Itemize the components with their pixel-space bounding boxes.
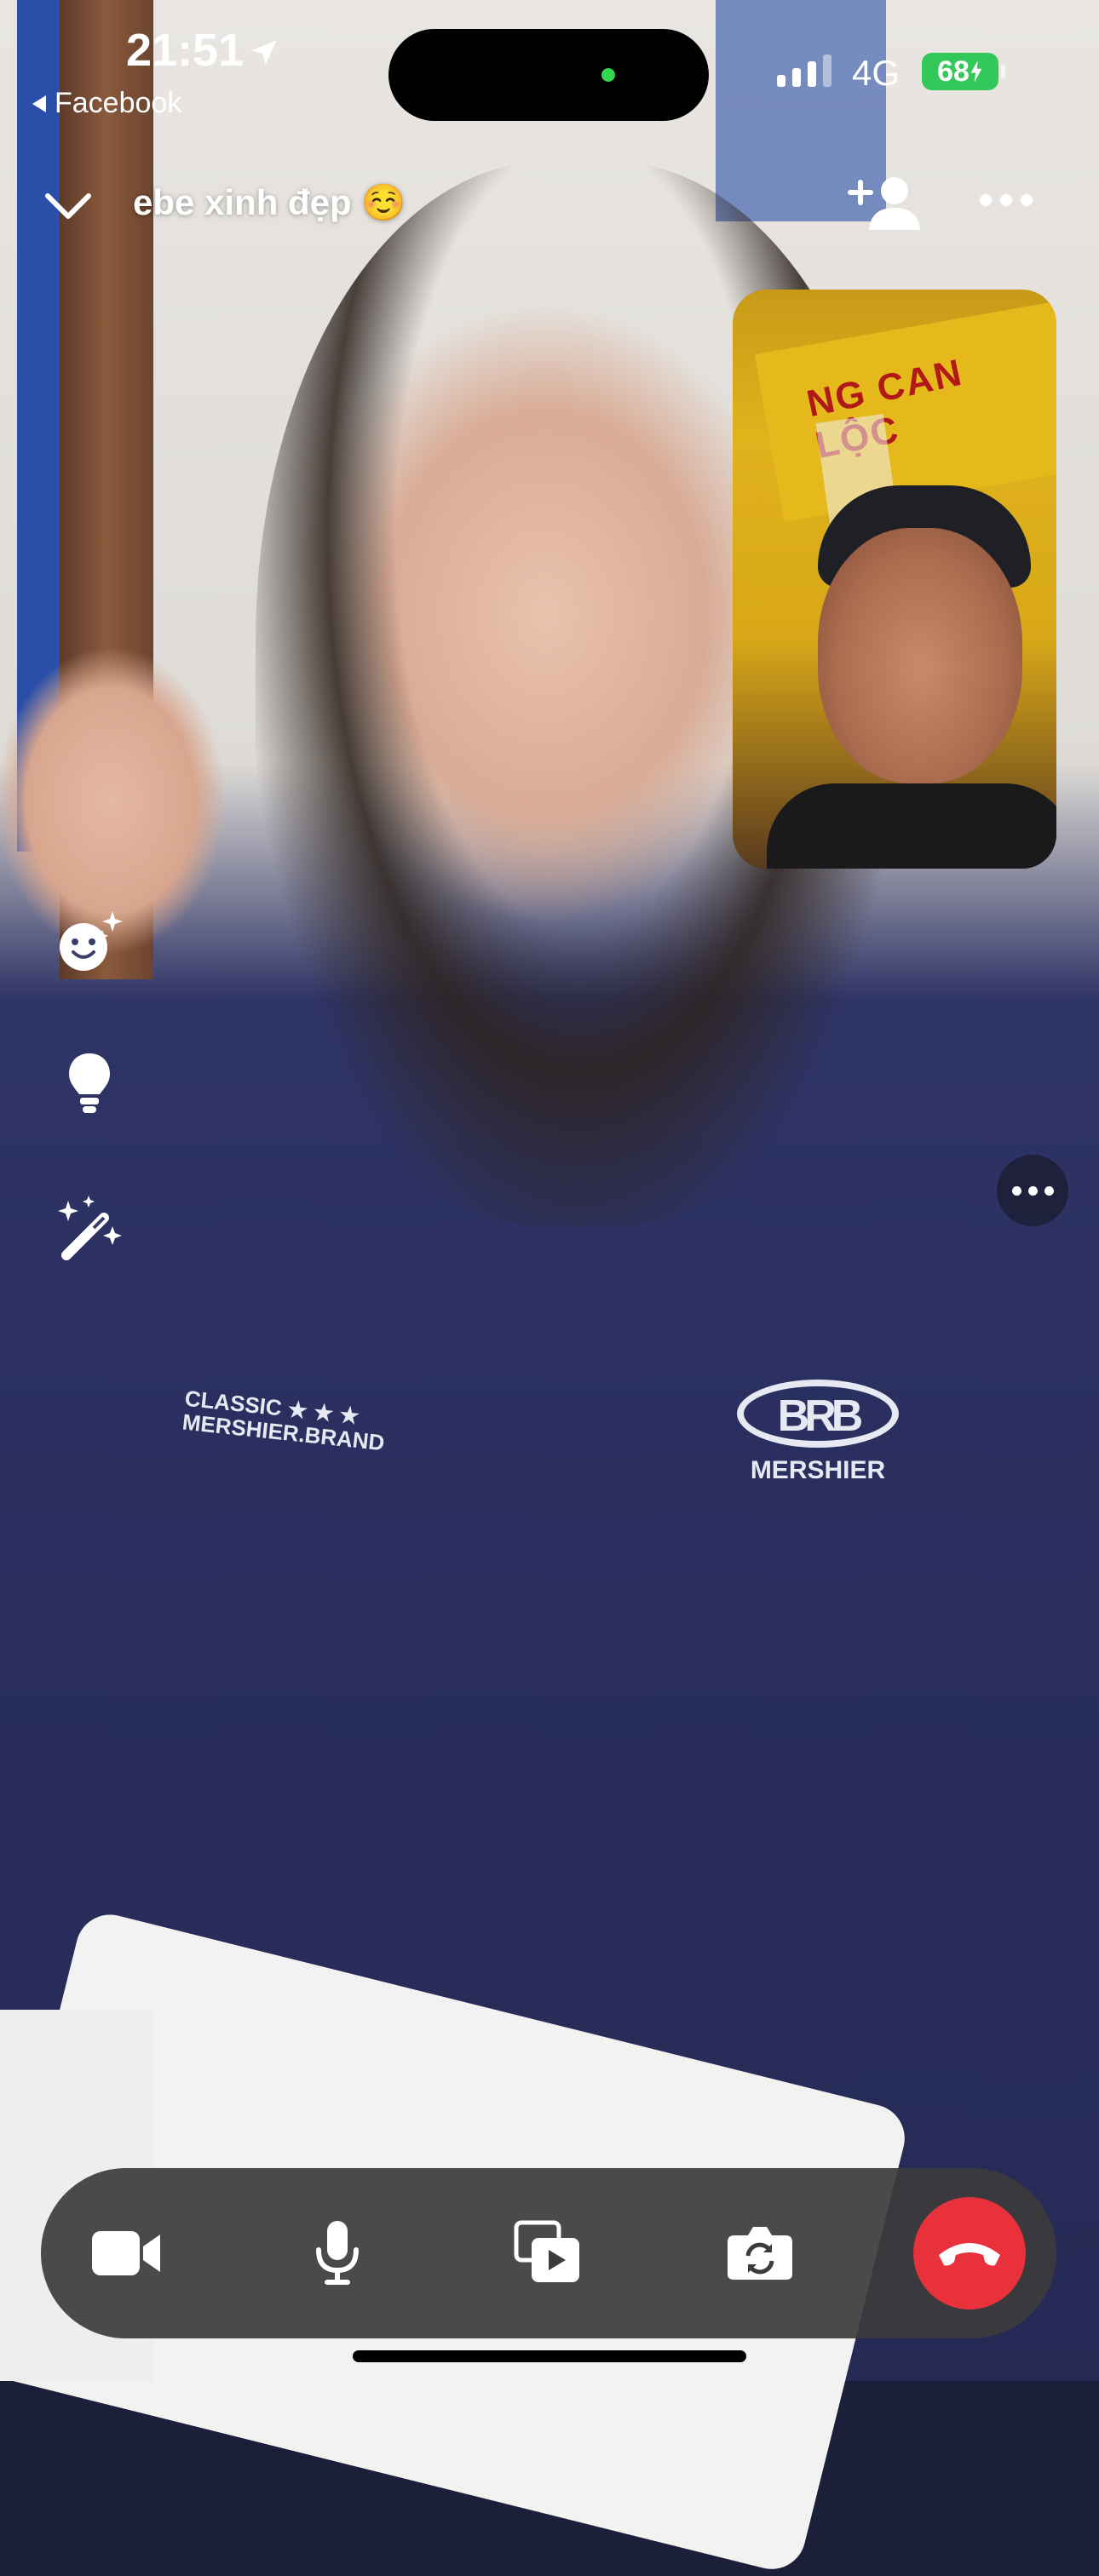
pip-face	[818, 528, 1022, 783]
self-view-video[interactable]: NG CAN LỘC	[733, 290, 1056, 869]
share-media-icon	[514, 2220, 579, 2282]
microphone-icon	[316, 2221, 359, 2285]
location-arrow-icon	[251, 40, 277, 66]
call-controls-bar	[41, 2168, 1056, 2338]
battery-indicator: 68	[922, 53, 1005, 90]
end-call-icon	[939, 2243, 1000, 2266]
end-call-button[interactable]	[913, 2197, 1026, 2309]
add-person-icon[interactable]	[847, 174, 924, 233]
magic-button[interactable]	[51, 1190, 128, 1267]
flip-camera-button[interactable]	[700, 2194, 820, 2313]
flip-camera-icon	[728, 2227, 792, 2280]
emoji-sparkle-icon	[60, 911, 123, 971]
cellular-signal-icon	[777, 55, 831, 87]
remote-video-hand	[0, 579, 307, 1022]
network-type: 4G	[852, 53, 900, 93]
back-triangle-icon	[32, 95, 46, 112]
magic-wand-icon	[58, 1196, 122, 1260]
dot	[1027, 1185, 1038, 1196]
back-app-label: Facebook	[55, 87, 182, 119]
chevron-down-icon[interactable]	[43, 189, 94, 223]
home-indicator[interactable]	[353, 2350, 746, 2362]
camera-indicator-icon	[601, 68, 615, 82]
pip-body	[767, 783, 1056, 869]
status-time: 21:51	[126, 25, 245, 76]
dot	[980, 194, 992, 206]
battery-level: 68	[937, 55, 970, 88]
dot	[1021, 194, 1033, 206]
dot	[1044, 1185, 1054, 1196]
more-options-button[interactable]	[980, 194, 1033, 206]
lightbulb-icon	[69, 1053, 110, 1113]
dot	[1000, 194, 1012, 206]
shirt-logo: BRB MERSHIER	[733, 1380, 903, 1485]
lightbulb-button[interactable]	[51, 1046, 128, 1122]
video-camera-icon	[92, 2231, 160, 2275]
dot	[1011, 1185, 1021, 1196]
mute-button[interactable]	[278, 2194, 397, 2313]
back-to-facebook[interactable]: Facebook	[32, 87, 181, 120]
camera-toggle-button[interactable]	[66, 2194, 186, 2313]
share-media-button[interactable]	[489, 2194, 608, 2313]
effects-button[interactable]	[51, 904, 128, 981]
video-more-button[interactable]	[997, 1155, 1068, 1226]
charging-bolt-icon	[970, 60, 982, 83]
call-title: ebe xinh đẹp ☺️	[133, 182, 406, 222]
dynamic-island	[388, 29, 709, 121]
